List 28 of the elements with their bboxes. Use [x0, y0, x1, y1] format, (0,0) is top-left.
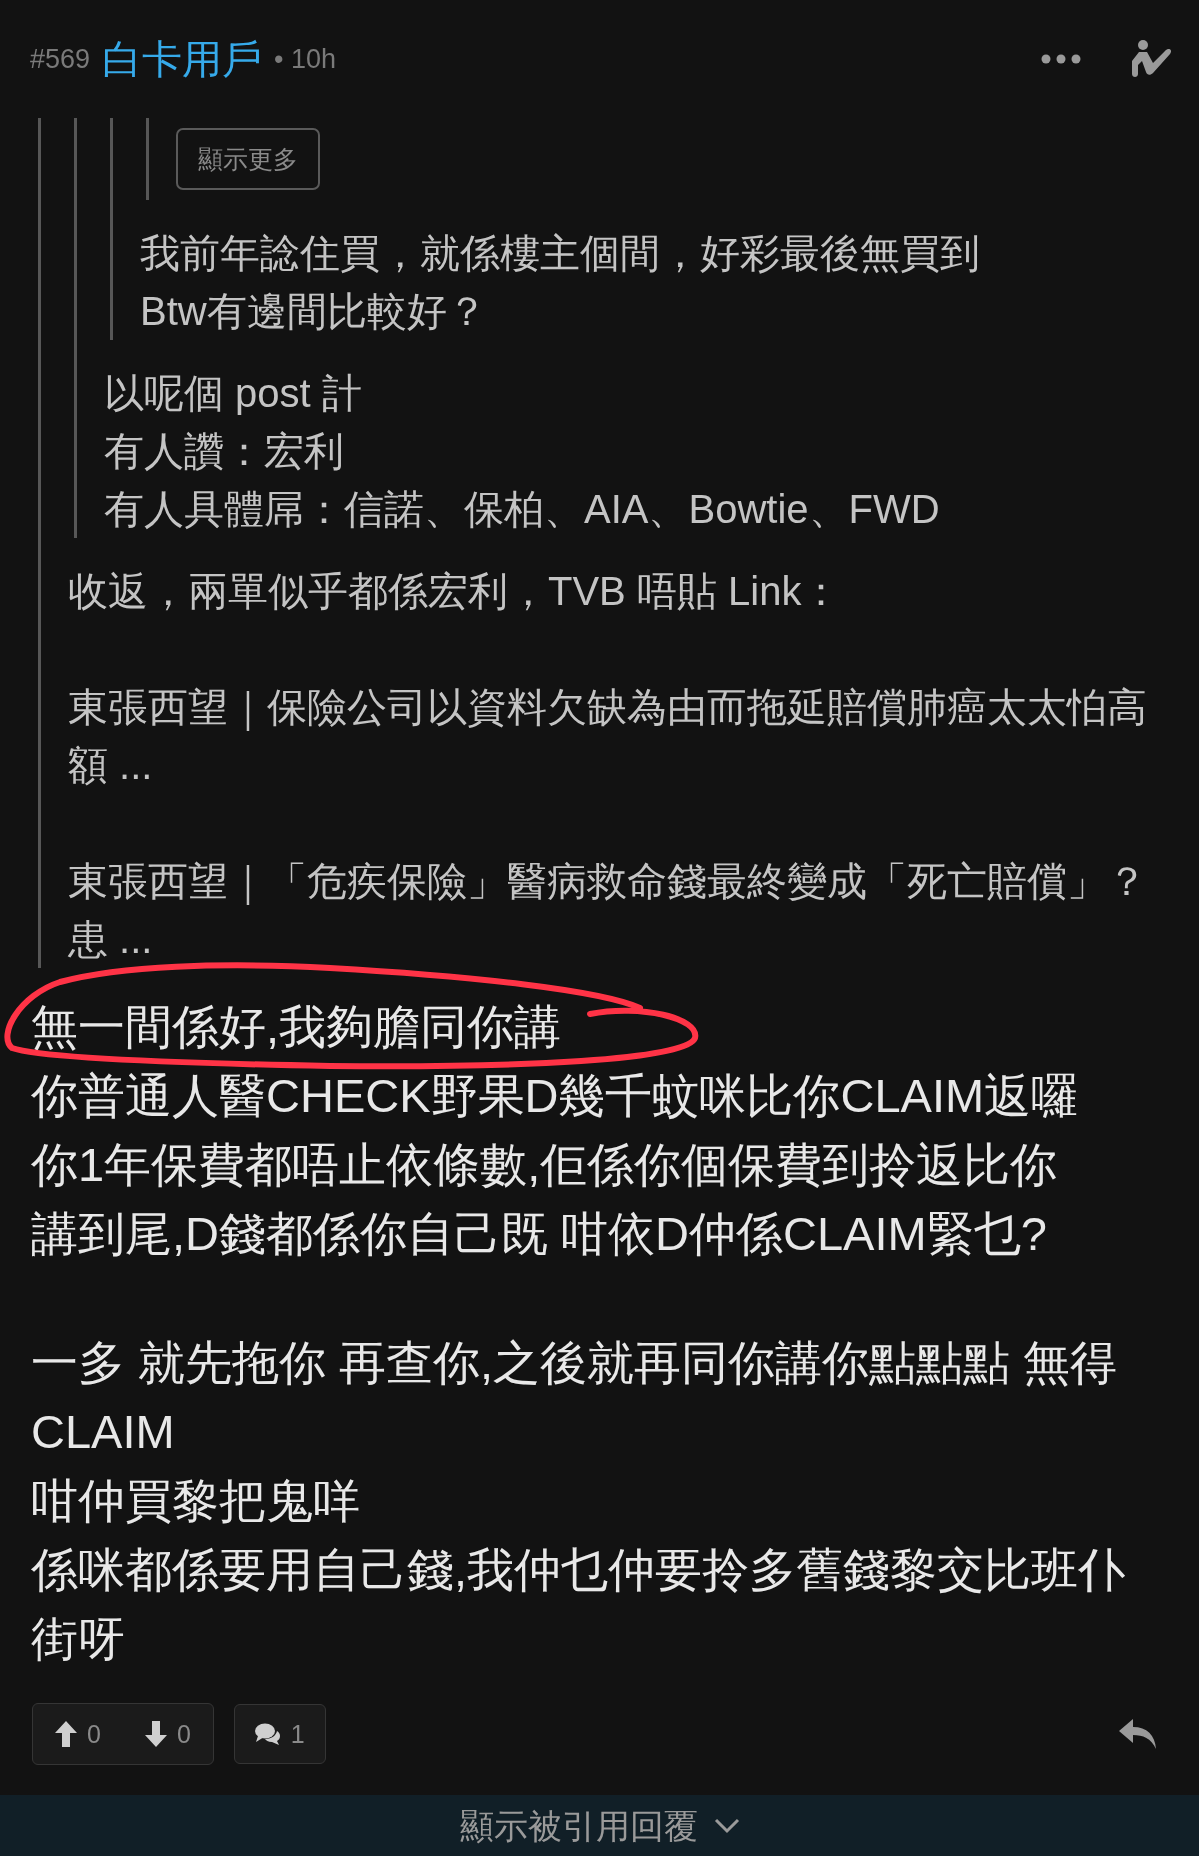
down-arrow-icon [144, 1721, 167, 1747]
post-text-line: 咁仲買黎把鬼咩 [31, 1473, 360, 1529]
post-text-line: 你1年保費都唔止依條數,佢係你個保費到拎返比你 [31, 1137, 1058, 1193]
more-icon[interactable] [1041, 54, 1081, 64]
quote-text: 我前年諗住買，就係樓主個間，好彩最後無買到 Btw有邊間比較好？ [140, 230, 981, 335]
quote-text: 東張西望｜保險公司以資料欠缺為由而拖延賠償肺癌太太怕高 額 ... [68, 684, 1148, 789]
post-text-line: 係咪都係要用自己錢,我仲乜仲要拎多舊錢黎交比班仆 [31, 1542, 1126, 1598]
replies-button[interactable]: 1 [233, 1704, 326, 1764]
quote-text: 收返，兩單似乎都係宏利，TVB 唔貼 Link： [68, 568, 843, 615]
post-text-line: 街呀 [31, 1611, 125, 1667]
chat-bubbles-icon [254, 1723, 281, 1745]
quote-text: 東張西望｜「危疾保險」醫病救命錢最終變成「死亡賠償」？ 患 ... [68, 858, 1148, 963]
quote-text: 以呢個 post 計 有人讚：宏利 有人具體屌：信諾、保柏、AIA、Bowtie、FWD [104, 370, 941, 533]
post-text-line: 你普通人醫CHECK野果D幾千蚊咪比你CLAIM返囉 [31, 1068, 1079, 1124]
post-text-line: CLAIM [31, 1404, 175, 1460]
up-arrow-icon [55, 1721, 77, 1747]
chevron-down-icon[interactable] [713, 1817, 740, 1834]
upvote-button[interactable]: 0 [45, 1705, 111, 1763]
post-age: • 10h [274, 43, 337, 75]
post-text-line: 無一間係好,我夠膽同你講 [31, 999, 562, 1055]
username-link[interactable]: 白卡用戶 [102, 31, 263, 87]
post-text-line: 一多 就先拖你 再查你,之後就再同你講你點點點 無得 [31, 1335, 1118, 1391]
reply-icon[interactable] [1119, 1719, 1157, 1749]
show-quoted-replies-link[interactable]: 顯示被引用回覆 [459, 1805, 698, 1846]
post-text-line: 講到尾,D錢都係你自己既 咁依D仲係CLAIM緊乜? [31, 1206, 1047, 1262]
downvote-button[interactable]: 0 [134, 1705, 201, 1763]
post-number: #569 [30, 43, 91, 75]
show-more-button[interactable]: 顯示更多 [176, 128, 320, 190]
